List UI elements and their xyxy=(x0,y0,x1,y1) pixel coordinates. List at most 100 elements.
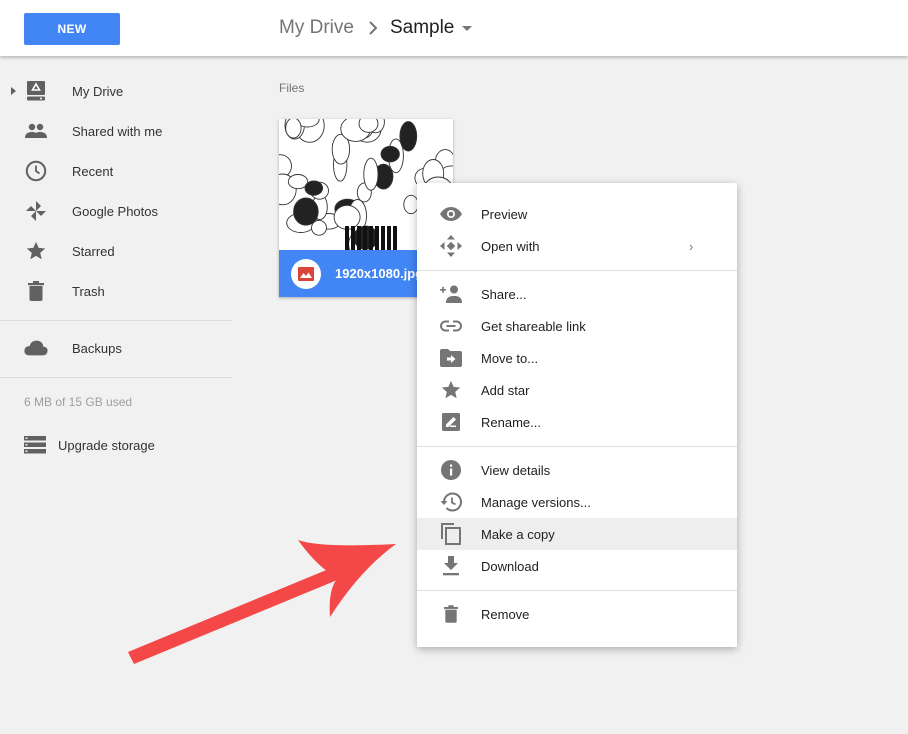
image-file-icon xyxy=(291,258,321,289)
sidebar: My Drive Shared with me Recent Google Ph… xyxy=(0,56,240,734)
breadcrumb-my-drive[interactable]: My Drive xyxy=(279,17,354,39)
sidebar-item-google-photos[interactable]: Google Photos xyxy=(0,191,232,231)
star-icon xyxy=(439,378,463,402)
sidebar-item-recent[interactable]: Recent xyxy=(0,151,232,191)
menu-item-label: Share... xyxy=(481,286,527,302)
menu-item-label: Move to... xyxy=(481,350,539,366)
context-menu: Preview Open with › Share... Get shareab… xyxy=(417,183,737,647)
thumbnail-sketch-shape xyxy=(380,145,400,163)
photos-pinwheel-icon xyxy=(24,199,48,223)
sidebar-divider xyxy=(0,320,232,321)
top-header: NEW My Drive Sample xyxy=(0,0,908,56)
menu-item-rename[interactable]: Rename... xyxy=(417,406,737,438)
thumbnail-sketch-figure xyxy=(369,226,373,250)
menu-divider xyxy=(417,446,737,447)
thumbnail-sketch-figure xyxy=(375,226,379,250)
menu-item-label: Get shareable link xyxy=(481,318,586,334)
menu-item-open-with[interactable]: Open with › xyxy=(417,230,737,262)
sidebar-item-shared-with-me[interactable]: Shared with me xyxy=(0,111,232,151)
clock-icon xyxy=(24,159,48,183)
storage-icon xyxy=(24,436,46,454)
thumbnail-sketch-shape xyxy=(311,219,327,236)
history-icon xyxy=(439,490,463,514)
menu-divider xyxy=(417,270,737,271)
thumbnail-sketch-shape xyxy=(333,204,361,230)
rename-icon xyxy=(439,410,463,434)
menu-item-preview[interactable]: Preview xyxy=(417,198,737,230)
menu-item-label: Open with xyxy=(481,238,540,254)
menu-item-remove[interactable]: Remove xyxy=(417,598,737,630)
sidebar-item-label: Google Photos xyxy=(72,203,159,219)
star-icon xyxy=(24,239,48,263)
sidebar-item-my-drive[interactable]: My Drive xyxy=(0,71,232,111)
eye-icon xyxy=(439,202,463,226)
caret-down-icon xyxy=(462,25,473,31)
menu-item-share[interactable]: Share... xyxy=(417,278,737,310)
menu-item-label: Rename... xyxy=(481,414,541,430)
move-folder-icon xyxy=(439,346,463,370)
file-name: 1920x1080.jpg xyxy=(335,266,424,281)
menu-divider xyxy=(417,590,737,591)
sidebar-item-trash[interactable]: Trash xyxy=(0,271,232,311)
sidebar-item-backups[interactable]: Backups xyxy=(0,328,232,368)
thumbnail-sketch-shape xyxy=(304,180,324,196)
sidebar-item-label: Starred xyxy=(72,243,115,259)
thumbnail-sketch-figure xyxy=(345,226,349,250)
menu-item-move-to[interactable]: Move to... xyxy=(417,342,737,374)
thumbnail-sketch-shape xyxy=(285,119,302,139)
drive-icon xyxy=(24,79,48,103)
thumbnail-sketch-shape xyxy=(399,121,418,152)
menu-item-get-shareable-link[interactable]: Get shareable link xyxy=(417,310,737,342)
menu-item-add-star[interactable]: Add star xyxy=(417,374,737,406)
add-person-icon xyxy=(439,282,463,306)
menu-item-label: Download xyxy=(481,558,539,574)
menu-item-label: View details xyxy=(481,462,551,478)
chevron-right-icon xyxy=(368,21,378,35)
menu-item-label: Make a copy xyxy=(481,526,555,542)
copy-icon xyxy=(439,522,463,546)
sidebar-divider xyxy=(0,377,232,378)
thumbnail-sketch-figure xyxy=(381,226,385,250)
people-icon xyxy=(24,119,48,143)
menu-item-download[interactable]: Download xyxy=(417,550,737,582)
sidebar-item-label: My Drive xyxy=(72,83,124,99)
thumbnail-sketch-shape xyxy=(358,119,379,133)
storage-usage-text: 6 MB of 15 GB used xyxy=(24,395,133,409)
link-icon xyxy=(439,314,463,338)
new-button[interactable]: NEW xyxy=(24,13,120,45)
trash-icon xyxy=(439,602,463,626)
menu-item-label: Remove xyxy=(481,606,530,622)
files-section-label: Files xyxy=(279,81,305,95)
thumbnail-sketch-shape xyxy=(293,197,319,226)
breadcrumb: My Drive Sample xyxy=(279,14,473,42)
cloud-icon xyxy=(24,336,48,360)
sidebar-item-label: Trash xyxy=(72,283,105,299)
menu-item-view-details[interactable]: View details xyxy=(417,454,737,486)
breadcrumb-current-folder[interactable]: Sample xyxy=(389,17,473,39)
menu-item-make-a-copy[interactable]: Make a copy xyxy=(417,518,737,550)
expand-arrow-icon[interactable] xyxy=(11,87,16,95)
sidebar-item-label: Recent xyxy=(72,163,114,179)
menu-item-label: Manage versions... xyxy=(481,494,591,510)
sidebar-item-label: Backups xyxy=(72,340,122,356)
thumbnail-sketch-shape xyxy=(363,157,379,191)
thumbnail-sketch-figure xyxy=(387,226,391,250)
sidebar-item-label: Shared with me xyxy=(72,123,163,139)
open-with-icon xyxy=(439,234,463,258)
trash-icon xyxy=(24,279,48,303)
info-icon xyxy=(439,458,463,482)
current-folder-label: Sample xyxy=(389,17,455,38)
menu-item-label: Add star xyxy=(481,382,530,398)
chevron-right-icon: › xyxy=(689,238,694,254)
thumbnail-sketch-figure xyxy=(357,226,361,250)
thumbnail-sketch-figure xyxy=(393,226,397,250)
upgrade-storage-link[interactable]: Upgrade storage xyxy=(24,433,155,457)
menu-item-manage-versions[interactable]: Manage versions... xyxy=(417,486,737,518)
thumbnail-sketch-figure xyxy=(363,226,367,250)
download-icon xyxy=(439,554,463,578)
annotation-arrow-head xyxy=(298,540,396,617)
upgrade-storage-label: Upgrade storage xyxy=(58,437,155,453)
menu-item-label: Preview xyxy=(481,206,528,222)
sidebar-item-starred[interactable]: Starred xyxy=(0,231,232,271)
thumbnail-sketch-figure xyxy=(351,226,355,250)
